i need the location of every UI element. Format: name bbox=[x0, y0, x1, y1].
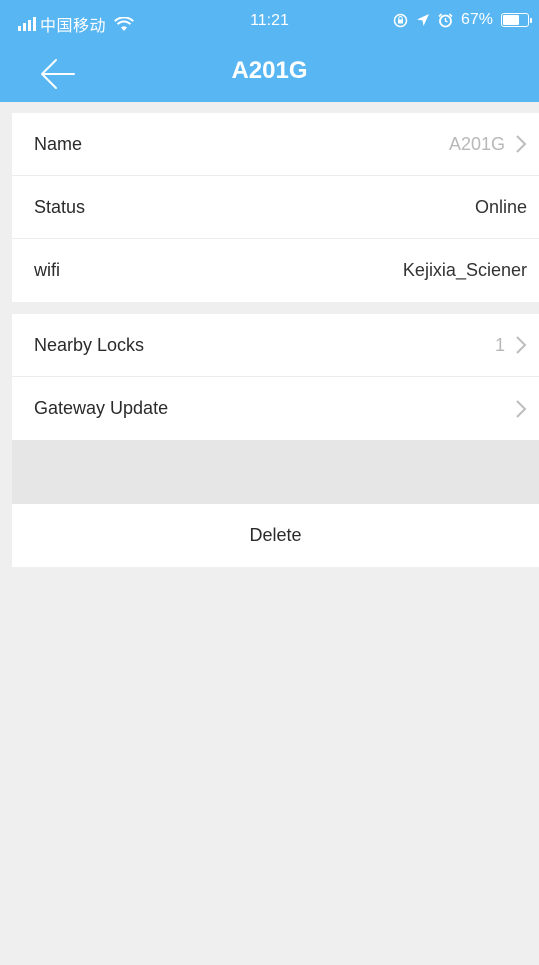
row-wifi: wifi Kejixia_Sciener bbox=[12, 239, 539, 302]
row-label: Gateway Update bbox=[34, 398, 169, 418]
chevron-right-icon bbox=[516, 399, 527, 418]
rotation-lock-icon bbox=[393, 13, 408, 27]
alarm-icon bbox=[438, 12, 453, 27]
battery-percent: 67% bbox=[460, 11, 493, 28]
row-label: wifi bbox=[34, 260, 60, 280]
device-info-section: Name A201G Status Online wifi Kejixia_Sc… bbox=[12, 113, 539, 302]
row-name[interactable]: Name A201G bbox=[12, 113, 539, 176]
status-bar-right: 67% bbox=[393, 11, 532, 29]
row-value: Kejixia_Sciener bbox=[402, 260, 527, 280]
row-gateway-update[interactable]: Gateway Update bbox=[12, 377, 539, 440]
delete-button[interactable]: Delete bbox=[12, 504, 539, 567]
row-label: Status bbox=[34, 196, 86, 217]
row-value: 1 bbox=[494, 334, 505, 355]
status-bar: 中国移动 11:21 67% bbox=[0, 0, 539, 44]
chevron-right-icon bbox=[516, 336, 527, 354]
page-title: A201G bbox=[231, 57, 308, 84]
section-spacer bbox=[12, 440, 539, 504]
row-value: Online bbox=[474, 196, 527, 217]
location-icon bbox=[416, 14, 429, 26]
row-status: Status Online bbox=[12, 176, 539, 239]
nav-bar: A201G bbox=[0, 44, 539, 102]
row-label: Name bbox=[34, 133, 83, 154]
row-value: A201G bbox=[448, 133, 505, 154]
header-bar: 中国移动 11:21 67% A201G bbox=[0, 0, 539, 102]
battery-icon bbox=[501, 13, 532, 27]
chevron-right-icon bbox=[516, 135, 527, 153]
row-nearby-locks[interactable]: Nearby Locks 1 bbox=[12, 314, 539, 377]
row-label: Nearby Locks bbox=[34, 334, 145, 355]
lock-section: Nearby Locks 1 Gateway Update bbox=[12, 314, 539, 440]
